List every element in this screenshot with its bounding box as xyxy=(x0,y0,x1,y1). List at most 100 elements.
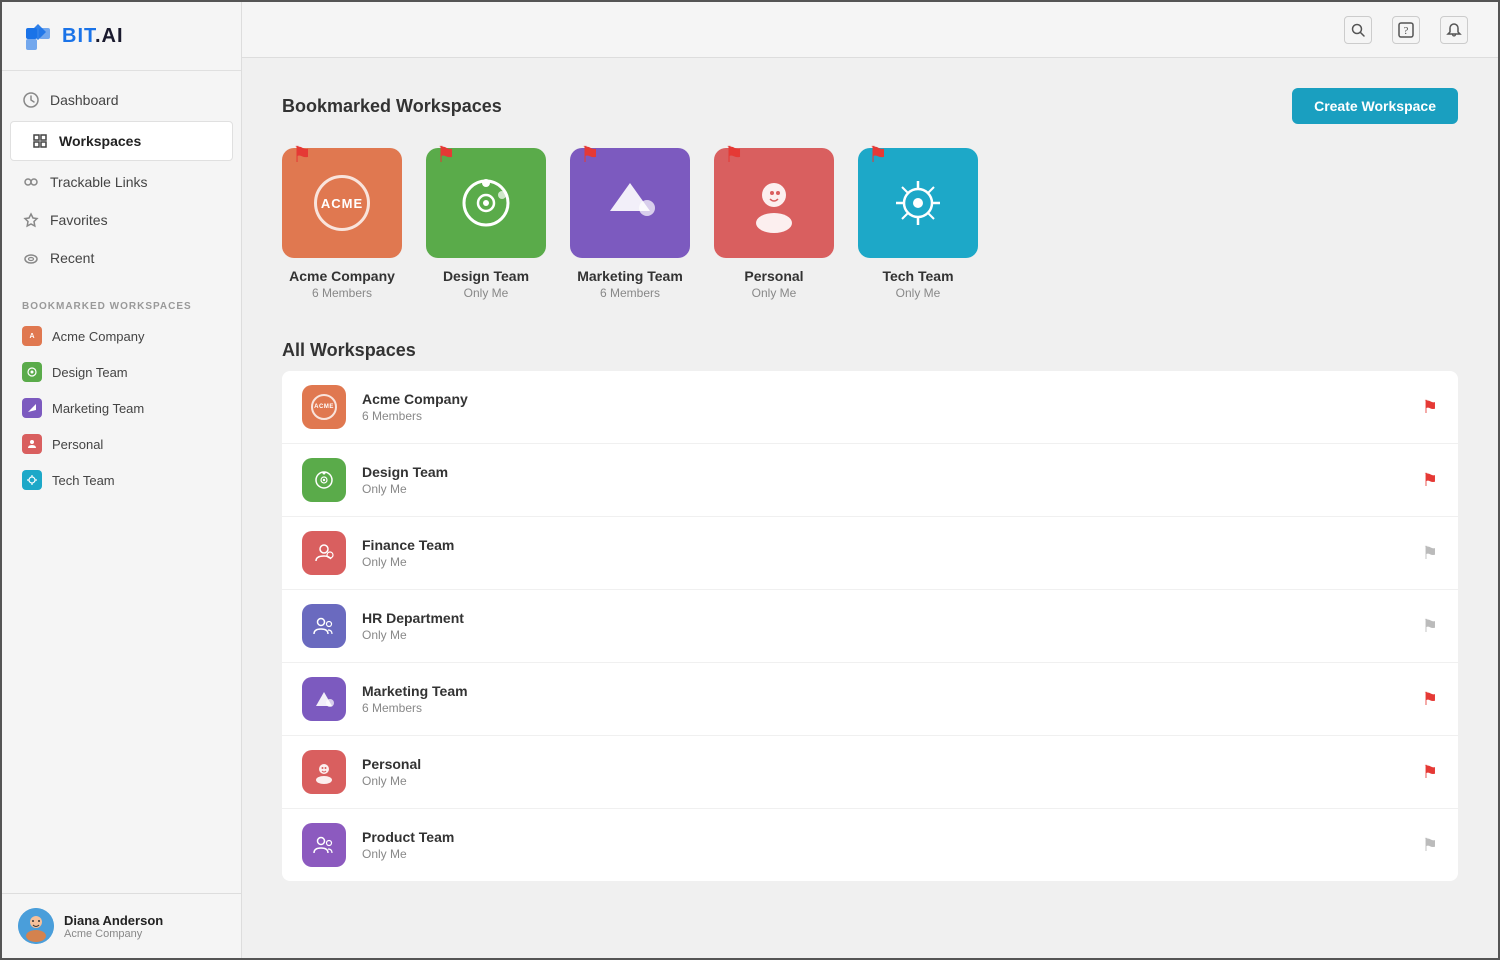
list-info-design: Design Team Only Me xyxy=(362,464,1406,496)
sidebar-ws-tech-label: Tech Team xyxy=(52,473,115,488)
search-button[interactable] xyxy=(1344,16,1372,44)
list-item-design[interactable]: Design Team Only Me ⚑ xyxy=(282,444,1458,517)
sidebar-ws-tech[interactable]: Tech Team xyxy=(2,462,241,498)
list-bookmark-design[interactable]: ⚑ xyxy=(1422,470,1438,491)
bookmarked-cards: ⚑ ACME Acme Company 6 Members ⚑ xyxy=(282,148,1458,300)
list-item-marketing[interactable]: Marketing Team 6 Members ⚑ xyxy=(282,663,1458,736)
bookmark-icon: ⚑ xyxy=(292,142,312,168)
list-sub-acme: 6 Members xyxy=(362,409,1406,423)
list-item-acme[interactable]: ACME Acme Company 6 Members ⚑ xyxy=(282,371,1458,444)
list-item-finance[interactable]: Finance Team Only Me ⚑ xyxy=(282,517,1458,590)
sidebar-ws-design[interactable]: Design Team xyxy=(2,354,241,390)
card-marketing-name: Marketing Team xyxy=(577,268,683,284)
list-bookmark-hr[interactable]: ⚑ xyxy=(1422,616,1438,637)
favorites-icon xyxy=(22,211,40,229)
main-content: ? Bookmarked Workspaces Create Workspace… xyxy=(242,2,1498,958)
card-design-sub: Only Me xyxy=(464,286,509,300)
sidebar: BIT.AI Dashboard Workspaces Trackable xyxy=(2,2,242,958)
logo: BIT.AI xyxy=(2,2,241,71)
list-icon-acme: ACME xyxy=(302,385,346,429)
help-button[interactable]: ? xyxy=(1392,16,1420,44)
card-marketing-icon: ⚑ xyxy=(570,148,690,258)
card-tech-name: Tech Team xyxy=(882,268,953,284)
trackable-links-icon xyxy=(22,173,40,191)
list-name-product: Product Team xyxy=(362,829,1406,845)
sidebar-item-workspaces[interactable]: Workspaces xyxy=(10,121,233,161)
favorites-label: Favorites xyxy=(50,212,108,228)
list-item-personal[interactable]: Personal Only Me ⚑ xyxy=(282,736,1458,809)
content-area: Bookmarked Workspaces Create Workspace ⚑… xyxy=(242,58,1498,958)
list-bookmark-acme[interactable]: ⚑ xyxy=(1422,397,1438,418)
recent-icon xyxy=(22,249,40,267)
list-sub-product: Only Me xyxy=(362,847,1406,861)
workspaces-icon xyxy=(31,132,49,150)
logo-text: BIT.AI xyxy=(62,25,124,48)
sidebar-item-favorites[interactable]: Favorites xyxy=(2,201,241,239)
card-acme-name: Acme Company xyxy=(289,268,395,284)
bookmark-icon-marketing: ⚑ xyxy=(580,142,600,168)
list-name-acme: Acme Company xyxy=(362,391,1406,407)
list-bookmark-personal[interactable]: ⚑ xyxy=(1422,762,1438,783)
list-icon-personal xyxy=(302,750,346,794)
bookmark-icon-design: ⚑ xyxy=(436,142,456,168)
create-workspace-button[interactable]: Create Workspace xyxy=(1292,88,1458,124)
list-icon-marketing xyxy=(302,677,346,721)
card-design[interactable]: ⚑ Design Team Only Me xyxy=(426,148,546,300)
recent-label: Recent xyxy=(50,250,94,266)
design-dot xyxy=(22,362,42,382)
list-sub-hr: Only Me xyxy=(362,628,1406,642)
list-icon-product xyxy=(302,823,346,867)
sidebar-ws-marketing[interactable]: Marketing Team xyxy=(2,390,241,426)
list-item-hr[interactable]: HR Department Only Me ⚑ xyxy=(282,590,1458,663)
tech-dot xyxy=(22,470,42,490)
user-company: Acme Company xyxy=(64,928,163,940)
user-avatar xyxy=(18,908,54,944)
sidebar-ws-acme-label: Acme Company xyxy=(52,329,144,344)
dashboard-label: Dashboard xyxy=(50,92,119,108)
all-workspaces-list: ACME Acme Company 6 Members ⚑ Design Tea… xyxy=(282,371,1458,881)
sidebar-ws-design-label: Design Team xyxy=(52,365,128,380)
sidebar-item-trackable-links[interactable]: Trackable Links xyxy=(2,163,241,201)
card-marketing-sub: 6 Members xyxy=(600,286,660,300)
list-icon-design xyxy=(302,458,346,502)
logo-icon xyxy=(22,20,54,52)
card-acme-icon: ⚑ ACME xyxy=(282,148,402,258)
sidebar-item-recent[interactable]: Recent xyxy=(2,239,241,277)
card-tech[interactable]: ⚑ xyxy=(858,148,978,300)
workspaces-label: Workspaces xyxy=(59,133,141,149)
list-bookmark-product[interactable]: ⚑ xyxy=(1422,835,1438,856)
list-sub-personal: Only Me xyxy=(362,774,1406,788)
sidebar-item-dashboard[interactable]: Dashboard xyxy=(2,81,241,119)
list-info-acme: Acme Company 6 Members xyxy=(362,391,1406,423)
list-name-design: Design Team xyxy=(362,464,1406,480)
list-bookmark-marketing[interactable]: ⚑ xyxy=(1422,689,1438,710)
sidebar-ws-personal[interactable]: Personal xyxy=(2,426,241,462)
bookmark-icon-personal: ⚑ xyxy=(724,142,744,168)
list-sub-marketing: 6 Members xyxy=(362,701,1406,715)
bookmark-icon-tech: ⚑ xyxy=(868,142,888,168)
card-personal[interactable]: ⚑ Personal Only Me xyxy=(714,148,834,300)
list-item-product[interactable]: Product Team Only Me ⚑ xyxy=(282,809,1458,881)
card-design-icon: ⚑ xyxy=(426,148,546,258)
list-bookmark-finance[interactable]: ⚑ xyxy=(1422,543,1438,564)
list-info-product: Product Team Only Me xyxy=(362,829,1406,861)
list-sub-design: Only Me xyxy=(362,482,1406,496)
card-acme-sub: 6 Members xyxy=(312,286,372,300)
bookmarked-section-label: BOOKMARKED WORKSPACES xyxy=(2,287,241,318)
list-name-personal: Personal xyxy=(362,756,1406,772)
user-info: Diana Anderson Acme Company xyxy=(64,913,163,940)
list-name-finance: Finance Team xyxy=(362,537,1406,553)
sidebar-ws-marketing-label: Marketing Team xyxy=(52,401,144,416)
list-icon-hr xyxy=(302,604,346,648)
marketing-dot xyxy=(22,398,42,418)
card-personal-sub: Only Me xyxy=(752,286,797,300)
sidebar-ws-acme[interactable]: A Acme Company xyxy=(2,318,241,354)
bookmarked-section-header: Bookmarked Workspaces Create Workspace xyxy=(282,88,1458,124)
card-marketing[interactable]: ⚑ Marketing Team 6 Members xyxy=(570,148,690,300)
card-acme[interactable]: ⚑ ACME Acme Company 6 Members xyxy=(282,148,402,300)
trackable-links-label: Trackable Links xyxy=(50,174,148,190)
acme-dot: A xyxy=(22,326,42,346)
notifications-button[interactable] xyxy=(1440,16,1468,44)
personal-dot xyxy=(22,434,42,454)
sidebar-footer: Diana Anderson Acme Company xyxy=(2,893,241,958)
